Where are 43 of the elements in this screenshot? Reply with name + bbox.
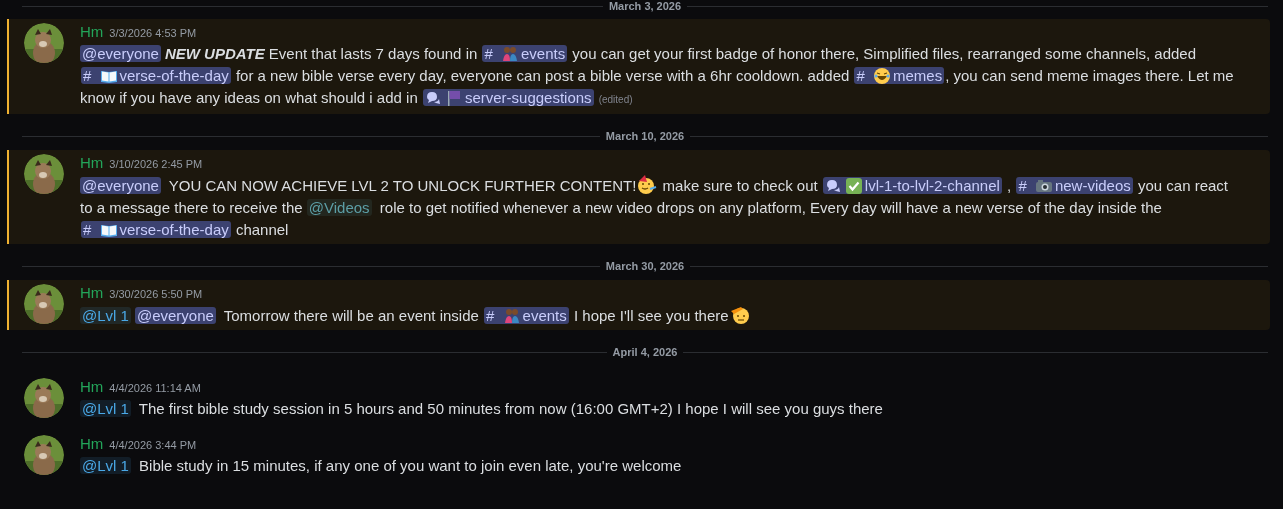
laughing-face-icon [873,67,891,85]
people-icon [501,45,519,63]
timestamp: 4/4/2026 3:44 PM [109,438,197,453]
message-text: @Lvl 1 The first bible study session in 5 hours and 50 minutes from now (16:00 GMT+2) I hope I will see you guys there [80,399,883,419]
channel-link[interactable]: lvl-1-to-lvl-2-channel [822,177,1002,194]
role-mention[interactable]: @Lvl 1 [80,400,131,417]
channel-link[interactable]: # events [482,45,568,62]
username[interactable]: Hm [80,434,104,454]
people-icon [502,307,521,325]
everyone-mention[interactable]: @everyone [80,45,161,62]
channel-link[interactable]: server-suggestions [422,89,594,106]
message-text: @Lvl 1 Bible study in 15 minutes, if any one of you want to join even late, you're welcome [80,456,682,476]
date-divider: April 4, 2026 [612,346,678,358]
role-mention[interactable]: @Lvl 1 [80,307,131,324]
timestamp: 3/10/2026 2:45 PM [109,157,203,172]
message-text: @everyone YOU CAN NOW ACHIEVE LVL 2 TO UNLOCK FURTHER CONTENT! make sure to check out lvl-1-to-lvl-2-channel , # new-videos you can react to a message there to receive the @Videos role to get notified whenever a new video drops on any platform, Every day will have a new verse of the day inside the # verse-of-the-day channel [80,174,1240,241]
channel-link[interactable]: # verse-of-the-day [81,221,231,238]
timestamp: 3/30/2026 5:50 PM [109,287,203,302]
timestamp: 3/3/2026 4:53 PM [109,26,197,41]
date-divider: March 10, 2026 [605,130,685,142]
message-text: @Lvl 1 @everyone Tomorrow there will be an event inside # events I hope I'll see you there [80,304,751,327]
forum-icon [824,178,841,194]
checkmark-icon [844,177,863,195]
channel-link[interactable]: # events [484,307,569,324]
username[interactable]: Hm [80,377,104,397]
channel-link[interactable]: # verse-of-the-day [81,67,231,84]
forum-icon [424,90,441,106]
party-face-icon [636,174,659,196]
everyone-mention[interactable]: @everyone [134,307,216,324]
date-divider: March 3, 2026 [608,0,682,12]
camera-icon [1034,177,1053,195]
channel-link[interactable]: # new-videos [1016,177,1133,194]
everyone-mention[interactable]: @everyone [80,177,161,194]
channel-link[interactable]: # memes [854,67,945,84]
role-mention[interactable]: @Videos [306,199,372,216]
username[interactable]: Hm [80,283,104,303]
username[interactable]: Hm [80,153,104,173]
role-mention[interactable]: @Lvl 1 [80,457,131,474]
username[interactable]: Hm [80,22,104,42]
date-divider: March 30, 2026 [605,260,685,272]
timestamp: 4/4/2026 11:14 AM [109,381,201,396]
edited-label: (edited) [598,94,633,105]
message-text: @everyone NEW UPDATE Event that lasts 7 days found in # events you can get your first badge of honor there, Simplified files, rearranged some channels, added # verse-of-the-day for a new bible verse every day, everyone can post a bible verse with a 6hr cooldown. added # memes , you can send meme images there. Let me know if you have any ideas on what should i add in server-suggestions (edited) [80,44,1235,109]
